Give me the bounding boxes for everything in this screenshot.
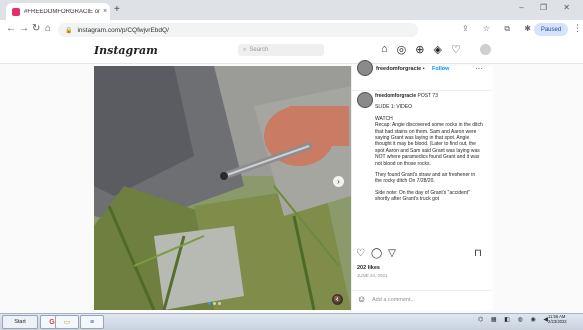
profile-button[interactable]: Paused <box>534 23 568 36</box>
explore-icon[interactable]: ◈ <box>433 43 441 56</box>
caption-paragraph: They found Grant's straw and air freshen… <box>375 172 476 185</box>
follow-button[interactable]: Follow <box>432 66 449 72</box>
instagram-favicon-icon <box>12 7 20 16</box>
lock-icon: 🔒 <box>65 27 73 34</box>
carousel-indicator <box>208 302 221 305</box>
home-nav-icon[interactable]: ⌂ <box>381 43 388 56</box>
author-avatar[interactable] <box>357 60 373 76</box>
back-icon[interactable]: ← <box>6 23 16 34</box>
post-caption: freedomforgracie POST 73 SLIDE 1: VIDEO … <box>351 93 487 239</box>
messenger-icon[interactable]: ◎ <box>397 43 407 56</box>
clock-date: 2/23/2022 <box>548 319 567 324</box>
home-icon[interactable]: ⌂ <box>45 23 51 34</box>
close-tab-icon[interactable]: × <box>100 8 110 15</box>
emoji-icon[interactable]: ☺ <box>357 294 366 304</box>
reload-icon[interactable]: ↻ <box>32 23 40 34</box>
caption-paragraph: WATCH Recap: Angie discovered some rocks… <box>375 115 483 167</box>
folder-taskbar-icon[interactable]: ▭ <box>55 315 79 329</box>
caption-paragraph: Side note: On the day of Grant's "accide… <box>375 189 470 203</box>
search-icon: ⌕ <box>243 46 247 53</box>
forward-icon[interactable]: → <box>19 23 29 34</box>
start-button[interactable]: Start <box>2 315 38 329</box>
instagram-logo[interactable]: Instagram <box>94 44 158 57</box>
browser-tab[interactable]: #FREEDOMFORGRACIE on Instagr... × <box>6 3 110 20</box>
caption-header: POST 73 <box>417 93 438 99</box>
user-avatar[interactable] <box>480 44 491 55</box>
url-input[interactable]: 🔒 instagram.com/p/CQfwjvrEbdQ/ <box>58 23 418 37</box>
new-tab-button[interactable]: + <box>114 4 120 15</box>
window-controls[interactable]: – ❐ ✕ <box>519 3 577 12</box>
mute-icon[interactable]: 🔇 <box>332 294 343 305</box>
activity-heart-icon[interactable]: ♡ <box>451 43 461 56</box>
video-frame-image <box>94 66 351 310</box>
author-username-text[interactable]: freedomforgracie <box>376 66 421 72</box>
browser-menu-icon[interactable]: ⋮ <box>573 23 582 34</box>
post-video[interactable] <box>94 66 351 310</box>
system-tray-icons[interactable]: ⌬ ▦ ◧ ◍ ◉ ◀ <box>478 316 551 323</box>
likes-count[interactable]: 202 likes <box>357 265 380 271</box>
caption-paragraph: SLIDE 1: VIDEO <box>375 104 412 111</box>
search-placeholder: Search <box>249 47 269 53</box>
instagram-nav-icons: ⌂ ◎ ⊕ ◈ ♡ <box>381 43 461 56</box>
app-taskbar-icon[interactable]: ≡ <box>80 315 104 329</box>
next-slide-arrow-icon[interactable]: › <box>333 176 344 187</box>
taskbar-clock[interactable]: 11:56 AM 2/23/2022 <box>548 314 582 324</box>
new-post-icon[interactable]: ⊕ <box>415 43 424 56</box>
carousel-dot <box>213 302 216 305</box>
post-date: JUNE 24, 2021 <box>357 273 388 278</box>
separator-dot: • <box>422 66 425 72</box>
url-text: instagram.com/p/CQfwjvrEbdQ/ <box>77 26 169 34</box>
more-options-icon[interactable]: ··· <box>475 64 483 73</box>
save-bookmark-icon[interactable]: ⊓ <box>474 248 482 259</box>
comment-icon[interactable]: ◯ <box>371 248 382 259</box>
tab-title: #FREEDOMFORGRACIE on Instagr... <box>24 8 100 15</box>
search-input[interactable]: ⌕ Search <box>238 44 324 56</box>
like-heart-icon[interactable]: ♡ <box>356 248 365 259</box>
share-icon[interactable]: ▽ <box>388 248 396 259</box>
comment-input[interactable]: Add a comment... <box>372 297 415 303</box>
caption-username[interactable]: freedomforgracie <box>375 93 416 99</box>
carousel-dot <box>218 302 221 305</box>
carousel-dot <box>208 302 211 305</box>
author-username[interactable]: freedomforgracie • <box>376 66 425 72</box>
post-actions: ♡ ◯ ▽ <box>356 248 396 259</box>
